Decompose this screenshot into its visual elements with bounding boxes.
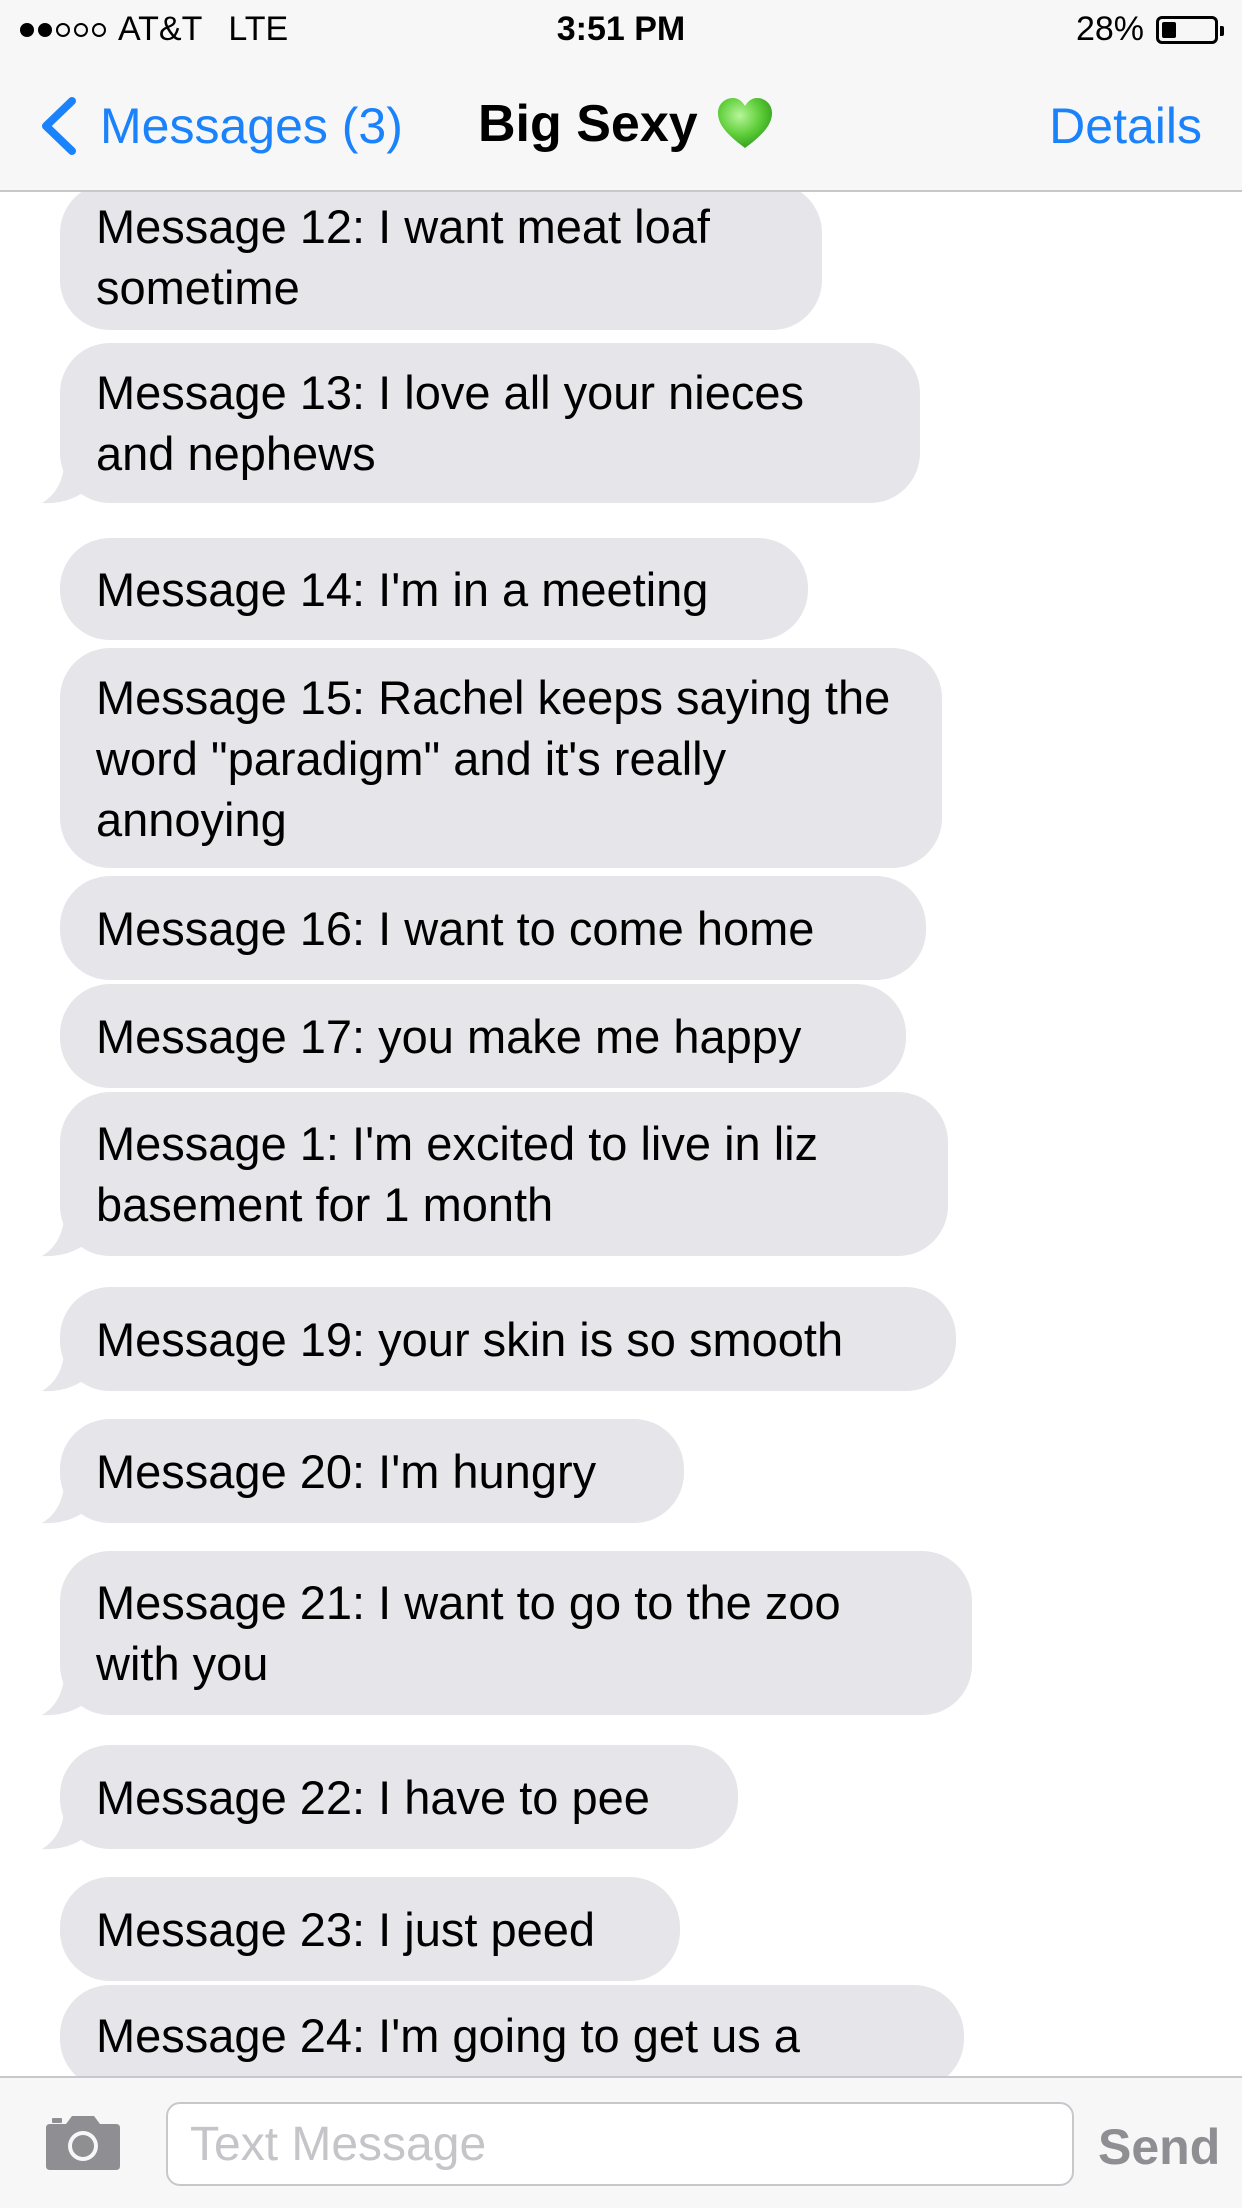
message-bubble[interactable]: Message 14: I'm in a meeting: [60, 538, 808, 640]
message-bubble[interactable]: Message 12: I want meat loaf sometime: [60, 192, 822, 330]
message-text: Message 19: your skin is so smooth: [96, 1312, 844, 1366]
message-text: Message 16: I want to come home: [96, 901, 815, 955]
message-text: Message 13: I love all your nieces and n…: [96, 366, 804, 480]
message-bubble[interactable]: Message 22: I have to pee: [42, 1745, 738, 1850]
message-bubble[interactable]: Message 13: I love all your nieces and n…: [42, 343, 920, 504]
details-button[interactable]: Details: [1049, 97, 1202, 155]
bubble-tail: [42, 1808, 92, 1850]
battery-percent: 28%: [1075, 10, 1144, 48]
back-button-label: Messages (3): [100, 98, 403, 154]
message-bubble[interactable]: Message 20: I'm hungry: [42, 1419, 684, 1524]
message-text: Message 22: I have to pee: [96, 1770, 650, 1824]
bubble-tail: [42, 1674, 92, 1716]
message-text: Message 21: I want to go to the zoo with…: [96, 1576, 841, 1690]
message-bubble[interactable]: Message 19: your skin is so smooth: [42, 1287, 956, 1392]
bubble-tail: [42, 1215, 92, 1257]
green-heart-icon: [717, 98, 772, 148]
message-text: Message 20: I'm hungry: [96, 1444, 597, 1498]
message-bubble[interactable]: Message 23: I just peed: [60, 1877, 680, 1981]
status-time: 3:51 PM: [556, 10, 686, 48]
message-text: Message 24: I'm going to get us a: [96, 2009, 800, 2062]
message-bubble[interactable]: Message 16: I want to come home: [60, 876, 926, 980]
message-thread[interactable]: Message 12: I want meat loaf sometime Me…: [0, 192, 1242, 2076]
send-button[interactable]: Send: [1098, 2118, 1220, 2176]
conversation-title[interactable]: Big Sexy: [478, 94, 774, 154]
back-button[interactable]: Messages (3): [34, 95, 403, 157]
status-right: 28%: [1075, 10, 1224, 49]
message-text: Message 23: I just peed: [96, 1902, 596, 1956]
camera-icon[interactable]: [44, 2112, 122, 2172]
message-text: Message 17: you make me happy: [96, 1009, 802, 1063]
message-bubble[interactable]: Message 24: I'm going to get us a: [60, 1985, 964, 2076]
contact-name: Big Sexy: [478, 95, 698, 153]
chevron-left-icon: [42, 97, 76, 155]
message-text: Message 1: I'm excited to live in liz ba…: [96, 1117, 819, 1231]
message-input[interactable]: [166, 2102, 1074, 2186]
message-text: Message 12: I want meat loaf sometime: [96, 199, 710, 314]
message-bubble[interactable]: Message 17: you make me happy: [60, 984, 906, 1088]
message-text: Message 14: I'm in a meeting: [96, 562, 709, 616]
navigation-bar: Messages (3) Big Sexy Details: [0, 60, 1242, 192]
bubble-tail: [42, 1482, 92, 1524]
message-bubble[interactable]: Message 21: I want to go to the zoo with…: [42, 1551, 972, 1716]
status-bar: AT&T LTE 3:51 PM 28%: [0, 0, 1242, 60]
message-text: Message 15: Rachel keeps saying the word…: [96, 670, 891, 846]
message-bubble[interactable]: Message 15: Rachel keeps saying the word…: [60, 648, 942, 868]
message-composer: Send: [0, 2076, 1242, 2208]
message-bubble[interactable]: Message 1: I'm excited to live in liz ba…: [42, 1092, 948, 1257]
battery-icon: [1156, 15, 1224, 44]
bubble-tail: [42, 1350, 92, 1392]
bubble-tail: [42, 462, 92, 504]
